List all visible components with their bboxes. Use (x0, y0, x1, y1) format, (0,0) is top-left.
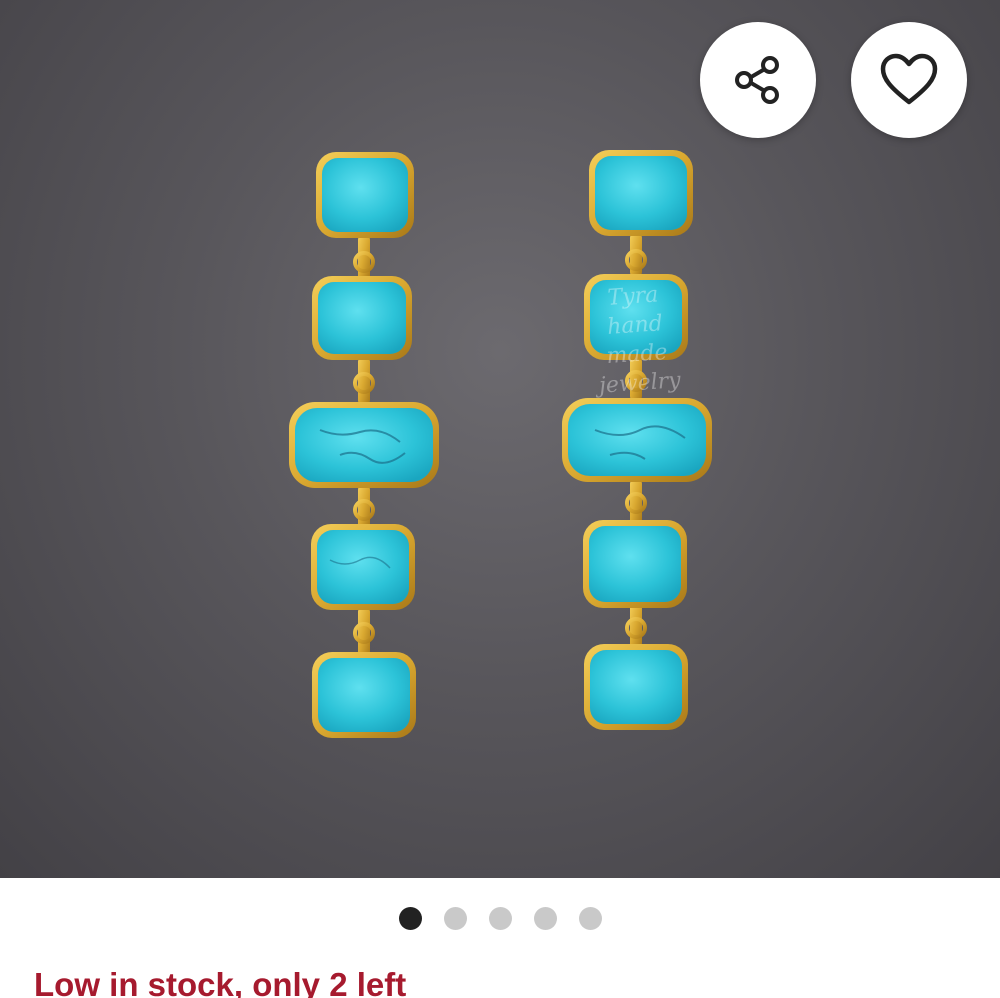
share-button[interactable] (700, 22, 816, 138)
product-page: Tyra hand made jewelry Low in stock, onl… (0, 0, 1000, 998)
product-image-carousel[interactable]: Tyra hand made jewelry (0, 0, 1000, 878)
carousel-dot[interactable] (488, 907, 512, 930)
carousel-dot[interactable] (578, 907, 602, 930)
heart-icon (880, 53, 938, 105)
favorite-button[interactable] (851, 22, 967, 138)
share-icon (735, 56, 779, 104)
carousel-indicators (0, 907, 1000, 933)
left-earring (289, 152, 439, 738)
right-earring (562, 150, 712, 730)
carousel-dot[interactable] (443, 907, 467, 930)
carousel-dot[interactable] (533, 907, 557, 930)
product-image[interactable] (0, 0, 1000, 878)
carousel-dot[interactable] (398, 907, 422, 930)
stock-status: Low in stock, only 2 left (34, 966, 407, 998)
